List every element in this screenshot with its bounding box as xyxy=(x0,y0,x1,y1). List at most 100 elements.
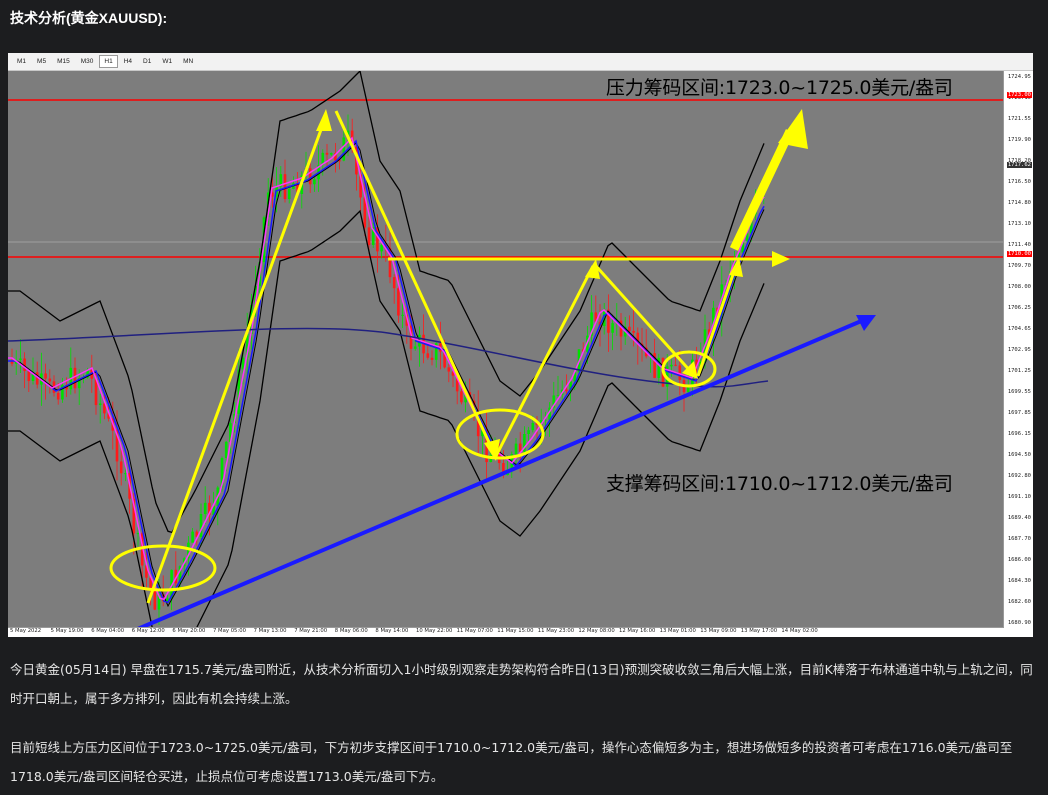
candle-body xyxy=(287,188,291,200)
candle-body xyxy=(670,364,673,367)
time-tick-label: 14 May 02:00 xyxy=(781,628,818,634)
candle-body xyxy=(527,430,530,435)
candle-body xyxy=(678,365,682,381)
time-tick-label: 8 May 14:00 xyxy=(375,628,409,634)
candle-body xyxy=(325,152,329,155)
candle-body xyxy=(556,394,560,396)
candle-body xyxy=(329,153,333,155)
time-tick-label: 13 May 17:00 xyxy=(740,628,778,634)
candle-body xyxy=(392,277,396,289)
time-tick-label: 6 May 20:00 xyxy=(172,628,206,634)
candle-body xyxy=(367,227,371,245)
wave-down-arrow-2 xyxy=(594,264,694,375)
candle-body xyxy=(531,422,535,431)
candle-body xyxy=(98,403,102,406)
time-tick-label: 11 May 07:00 xyxy=(456,628,493,634)
price-tick-label: 1719.90 xyxy=(1007,137,1031,143)
timeframe-button-mn[interactable]: MN xyxy=(178,55,198,68)
price-tag-mid: 1710.00 xyxy=(1006,251,1032,257)
candle-body xyxy=(283,174,287,200)
price-tick-label: 1689.40 xyxy=(1007,515,1031,521)
candle-body xyxy=(565,389,568,392)
price-tick-label: 1704.65 xyxy=(1007,326,1031,332)
time-tick-label: 11 May 15:00 xyxy=(497,628,534,634)
price-tick-label: 1713.10 xyxy=(1007,221,1031,227)
time-tick-label: 7 May 21:00 xyxy=(294,628,328,634)
candle-body xyxy=(380,245,383,252)
timeframe-button-d1[interactable]: D1 xyxy=(138,55,156,68)
breakout-horizontal-arrowhead xyxy=(772,251,790,267)
timeframe-buttons: M1 M5 M15 M30 H1 H4 D1 W1 MN xyxy=(12,55,199,68)
candle-body xyxy=(56,392,60,400)
price-tag-current: 1717.62 xyxy=(1006,162,1032,168)
price-tag-resistance: 1723.00 xyxy=(1006,92,1032,98)
page-title: 技术分析(黄金XAUUSD): xyxy=(10,10,168,26)
candle-body xyxy=(44,373,47,379)
price-tick-label: 1699.55 xyxy=(1007,389,1031,395)
price-tick-label: 1686.00 xyxy=(1007,557,1031,563)
candle-body xyxy=(124,473,127,475)
candle-body xyxy=(514,443,518,455)
time-tick-label: 11 May 23:00 xyxy=(537,628,575,634)
chart-plot-area[interactable]: 压力筹码区间:1723.0~1725.0美元/盎司 支撑筹码区间:1710.0~… xyxy=(8,71,1033,637)
time-tick-label: 7 May 05:00 xyxy=(213,628,246,634)
time-tick-label: 6 May 04:00 xyxy=(91,628,125,634)
candlestick-chart-svg xyxy=(8,71,1004,637)
timeframe-toolbar: M1 M5 M15 M30 H1 H4 D1 W1 MN xyxy=(8,53,1033,71)
candle-body xyxy=(48,378,52,382)
timeframe-button-m15[interactable]: M15 xyxy=(52,55,75,68)
price-tick-label: 1696.15 xyxy=(1007,431,1031,437)
candle-body xyxy=(430,357,434,360)
time-tick-label: 8 May 06:00 xyxy=(334,628,368,634)
price-tick-label: 1701.25 xyxy=(1007,368,1031,374)
timeframe-button-m30[interactable]: M30 xyxy=(76,55,99,68)
price-tick-label: 1694.50 xyxy=(1007,452,1031,458)
time-tick-label: 13 May 01:00 xyxy=(659,628,696,634)
candle-body xyxy=(397,288,400,316)
candle-body xyxy=(136,533,140,535)
resistance-zone-annotation: 压力筹码区间:1723.0~1725.0美元/盎司 xyxy=(606,77,953,99)
price-tick-label: 1716.50 xyxy=(1007,179,1031,185)
time-tick-label: 12 May 08:00 xyxy=(578,628,615,634)
price-tick-label: 1714.80 xyxy=(1007,200,1031,206)
time-axis: 5 May 2022 5 May 19:00 6 May 04:00 6 May 12… xyxy=(8,627,1004,637)
candle-body xyxy=(191,531,194,543)
time-tick-label: 7 May 13:00 xyxy=(253,628,287,634)
time-tick-label: 12 May 16:00 xyxy=(619,628,656,634)
price-tick-label: 1691.10 xyxy=(1007,494,1031,500)
candle-body xyxy=(674,364,677,366)
wave-up-arrow-1 xyxy=(146,115,328,604)
wave-up-arrowhead-1 xyxy=(316,109,332,131)
price-tick-label: 1680.90 xyxy=(1007,620,1031,626)
price-tick-label: 1697.85 xyxy=(1007,410,1031,416)
price-tick-label: 1724.95 xyxy=(1007,74,1031,80)
price-tick-label: 1711.40 xyxy=(1007,242,1031,248)
price-chart: M1 M5 M15 M30 H1 H4 D1 W1 MN 压力筹码区间:1723.0~1725.… xyxy=(8,53,1033,637)
price-tick-label: 1706.25 xyxy=(1007,305,1031,311)
candle-body xyxy=(460,391,463,403)
candle-body xyxy=(413,346,417,349)
time-tick-label: 13 May 09:00 xyxy=(700,628,737,634)
analysis-paragraph-1: 今日黄金(05月14日) 早盘在1715.7美元/盎司附近，从技术分析面切入1小… xyxy=(10,662,1033,706)
timeframe-button-m5[interactable]: M5 xyxy=(32,55,51,68)
candle-body xyxy=(224,441,228,458)
timeframe-button-m1[interactable]: M1 xyxy=(12,55,31,68)
time-tick-label: 5 May 19:00 xyxy=(50,628,84,634)
candle-body xyxy=(19,358,22,360)
bollinger-middle-band xyxy=(8,142,765,608)
candle-body xyxy=(308,168,312,185)
candle-body xyxy=(447,367,451,372)
price-axis: 1724.95 1723.10 1721.55 1719.90 1718.20 1716.… xyxy=(1003,71,1033,637)
candle-body xyxy=(611,323,614,333)
timeframe-button-h4[interactable]: H4 xyxy=(119,55,137,68)
timeframe-button-w1[interactable]: W1 xyxy=(157,55,177,68)
candle-body xyxy=(27,370,31,382)
candle-body xyxy=(632,330,635,333)
candle-body xyxy=(73,367,77,389)
analysis-paragraph-2: 目前短线上方压力区间位于1723.0~1725.0美元/盎司，下方初步支撑区间于… xyxy=(10,740,1013,784)
candle-body xyxy=(119,461,123,474)
price-tick-label: 1682.60 xyxy=(1007,599,1031,605)
candle-body xyxy=(401,314,404,316)
time-tick-label: 10 May 22:00 xyxy=(416,628,453,634)
timeframe-button-h1[interactable]: H1 xyxy=(99,55,118,68)
